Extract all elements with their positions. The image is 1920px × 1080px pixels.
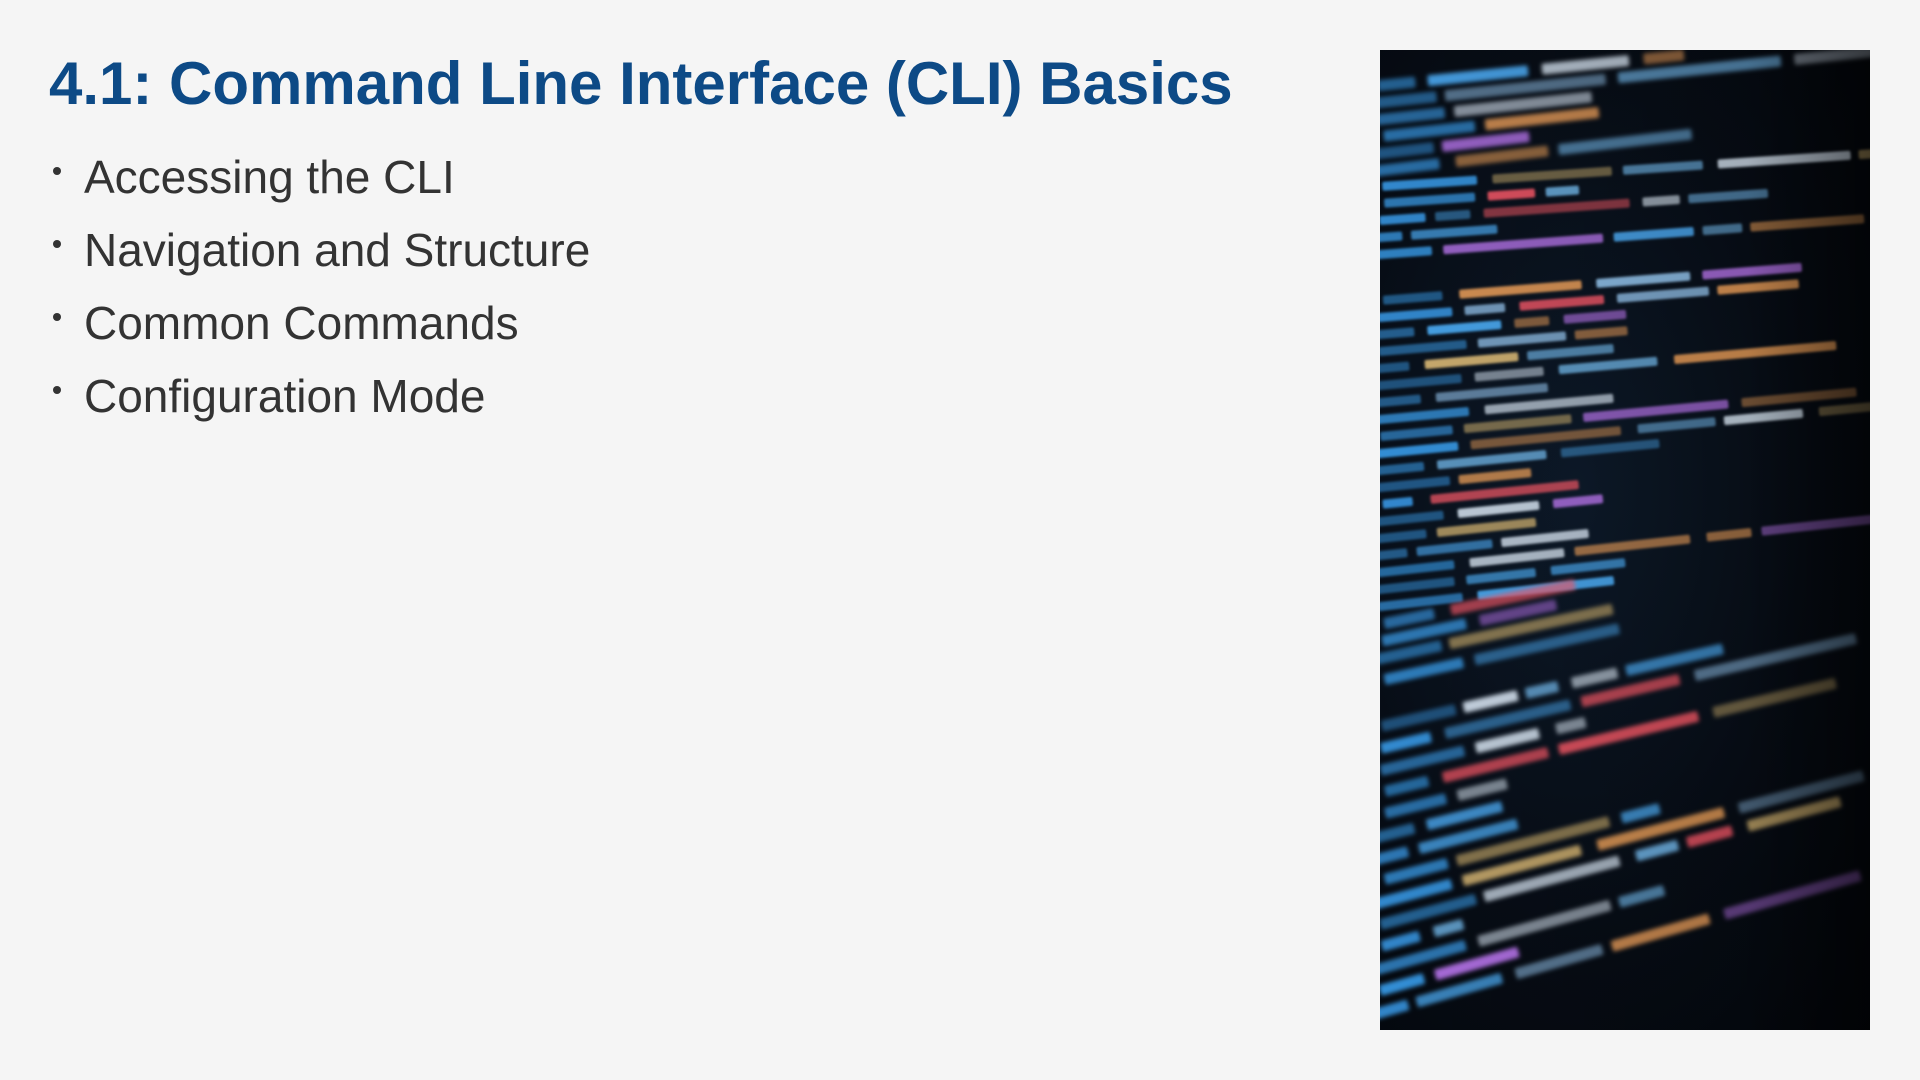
bullet-item: Navigation and Structure — [49, 218, 590, 291]
bullet-item: Common Commands — [49, 291, 590, 364]
bullet-dot-icon — [53, 167, 61, 175]
bullet-text: Navigation and Structure — [84, 224, 591, 276]
bullet-text: Common Commands — [84, 297, 519, 349]
bullet-text: Accessing the CLI — [84, 151, 455, 203]
terminal-code-icon — [1380, 50, 1870, 1030]
slide: 4.1: Command Line Interface (CLI) Basics… — [0, 0, 1920, 1080]
bullet-item: Configuration Mode — [49, 364, 590, 437]
bullet-text: Configuration Mode — [84, 370, 486, 422]
bullet-list: Accessing the CLI Navigation and Structu… — [49, 145, 590, 437]
terminal-code-photo — [1380, 50, 1870, 1030]
bullet-dot-icon — [53, 240, 61, 248]
bullet-dot-icon — [53, 313, 61, 321]
bullet-item: Accessing the CLI — [49, 145, 590, 218]
bullet-dot-icon — [53, 386, 61, 394]
slide-title: 4.1: Command Line Interface (CLI) Basics — [49, 50, 1233, 117]
